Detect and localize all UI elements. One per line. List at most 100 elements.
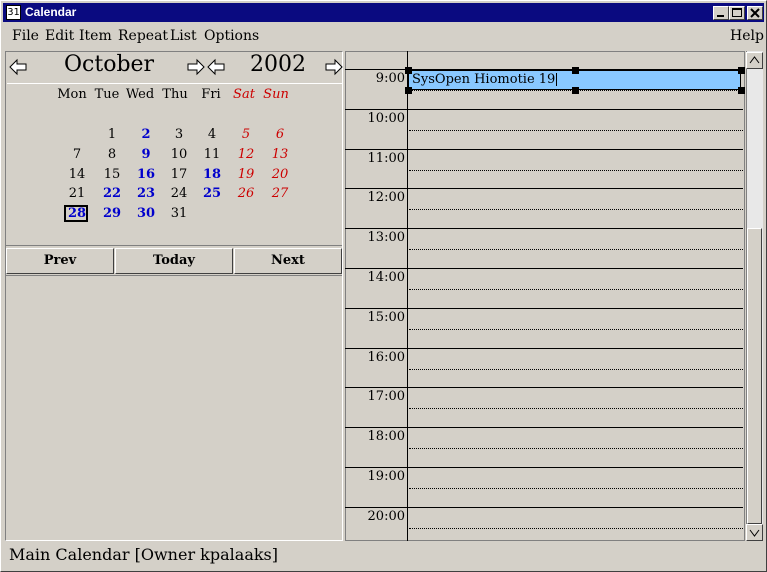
hour-label: 12:00 [367, 190, 405, 205]
menu-list[interactable]: List [170, 28, 197, 44]
resize-handle[interactable] [572, 67, 579, 74]
half-hour-line [409, 130, 743, 131]
year-label: 2002 [250, 52, 306, 77]
half-hour-line [409, 488, 743, 489]
calendar-day[interactable]: 23 [129, 186, 163, 201]
window-title: Calendar [25, 5, 77, 19]
calendar-day[interactable]: 11 [195, 147, 229, 162]
calendar-day[interactable]: 8 [95, 147, 129, 162]
weekday-header: Fri [201, 87, 221, 102]
status-bar: Main Calendar [Owner kpalaaks] [9, 545, 278, 564]
calendar-day[interactable]: 5 [229, 127, 263, 142]
menu-edit[interactable]: Edit [45, 28, 74, 44]
maximize-icon [732, 8, 742, 17]
menu-file[interactable]: File [12, 28, 39, 44]
weekday-header: Mon [57, 87, 87, 102]
calendar-day[interactable]: 15 [95, 167, 129, 182]
hour-line [345, 308, 743, 309]
calendar-day[interactable]: 19 [229, 167, 263, 182]
close-button[interactable] [747, 6, 763, 20]
calendar-day[interactable]: 29 [95, 206, 129, 221]
half-hour-line [409, 528, 743, 529]
calendar-day[interactable]: 31 [162, 206, 196, 221]
prev-month-arrow-icon[interactable] [8, 56, 30, 78]
calendar-day[interactable]: 3 [162, 127, 196, 142]
title-bar[interactable]: 31 Calendar [3, 3, 764, 22]
text-cursor [556, 73, 558, 86]
calendar-day[interactable]: 28 [60, 206, 94, 221]
weekday-header: Wed [125, 87, 155, 102]
today-button[interactable]: Today [115, 248, 233, 274]
calendar-day[interactable]: 25 [195, 186, 229, 201]
hour-line [345, 507, 743, 508]
calendar-day[interactable]: 12 [229, 147, 263, 162]
calendar-day[interactable]: 21 [60, 186, 94, 201]
scroll-down-button[interactable] [746, 524, 763, 541]
hour-line [345, 228, 743, 229]
calendar-day[interactable]: 18 [195, 167, 229, 182]
half-hour-line [409, 369, 743, 370]
calendar-day[interactable]: 10 [162, 147, 196, 162]
half-hour-line [409, 170, 743, 171]
half-hour-line [409, 448, 743, 449]
calendar-day[interactable]: 1 [95, 127, 129, 142]
resize-handle[interactable] [405, 87, 412, 94]
calendar-day[interactable]: 20 [263, 167, 297, 182]
prev-button[interactable]: Prev [6, 248, 114, 274]
hour-label: 20:00 [367, 509, 405, 524]
resize-handle[interactable] [572, 87, 579, 94]
menu-options[interactable]: Options [204, 28, 259, 44]
hour-label: 10:00 [367, 111, 405, 126]
hour-label: 16:00 [367, 350, 405, 365]
scroll-up-button[interactable] [746, 52, 763, 69]
hour-label: 17:00 [367, 389, 405, 404]
minimize-button[interactable] [713, 6, 729, 20]
calendar-day[interactable]: 16 [129, 167, 163, 182]
hour-line [345, 427, 743, 428]
half-hour-line [409, 289, 743, 290]
hour-label: 14:00 [367, 270, 405, 285]
calendar-day[interactable]: 13 [263, 147, 297, 162]
resize-handle[interactable] [405, 67, 412, 74]
half-hour-line [409, 249, 743, 250]
menu-repeat[interactable]: Repeat [118, 28, 168, 44]
calendar-day[interactable]: 6 [263, 127, 297, 142]
hour-label: 11:00 [367, 151, 405, 166]
hour-label: 15:00 [367, 310, 405, 325]
scroll-down-icon [749, 529, 760, 537]
calendar-day[interactable]: 2 [129, 127, 163, 142]
calendar-day[interactable]: 17 [162, 167, 196, 182]
next-button[interactable]: Next [234, 248, 342, 274]
calendar-window: 31 Calendar File Edit Item Repeat List O… [0, 0, 767, 572]
hour-line [345, 149, 743, 150]
calendar-day[interactable]: 22 [95, 186, 129, 201]
event-text[interactable]: SysOpen Hiomotie 19 [412, 72, 555, 87]
calendar-day[interactable]: 24 [162, 186, 196, 201]
weekday-header: Sat [233, 87, 255, 102]
nav-divider-bottom [6, 275, 342, 276]
hour-label: 18:00 [367, 429, 405, 444]
next-month-arrow-icon[interactable] [184, 56, 206, 78]
menu-item[interactable]: Item [79, 28, 112, 44]
prev-year-arrow-icon[interactable] [206, 56, 228, 78]
resize-handle[interactable] [738, 87, 745, 94]
calendar-day[interactable]: 9 [129, 147, 163, 162]
calendar-app-icon[interactable]: 31 [6, 5, 21, 20]
scroll-thumb[interactable] [747, 228, 762, 524]
next-year-arrow-icon[interactable] [322, 56, 344, 78]
calendar-day[interactable]: 27 [263, 186, 297, 201]
maximize-button[interactable] [729, 6, 745, 20]
month-label: October [64, 52, 155, 77]
weekday-header: Sun [263, 87, 289, 102]
resize-handle[interactable] [738, 67, 745, 74]
calendar-day[interactable]: 4 [195, 127, 229, 142]
weekday-header: Thu [162, 87, 188, 102]
calendar-day[interactable]: 30 [129, 206, 163, 221]
hour-line [345, 268, 743, 269]
menu-bar: File Edit Item Repeat List Options Help [3, 24, 764, 48]
menu-help[interactable]: Help [730, 28, 764, 44]
calendar-day[interactable]: 7 [60, 147, 94, 162]
calendar-day[interactable]: 26 [229, 186, 263, 201]
calendar-day[interactable]: 14 [60, 167, 94, 182]
hour-label: 19:00 [367, 469, 405, 484]
